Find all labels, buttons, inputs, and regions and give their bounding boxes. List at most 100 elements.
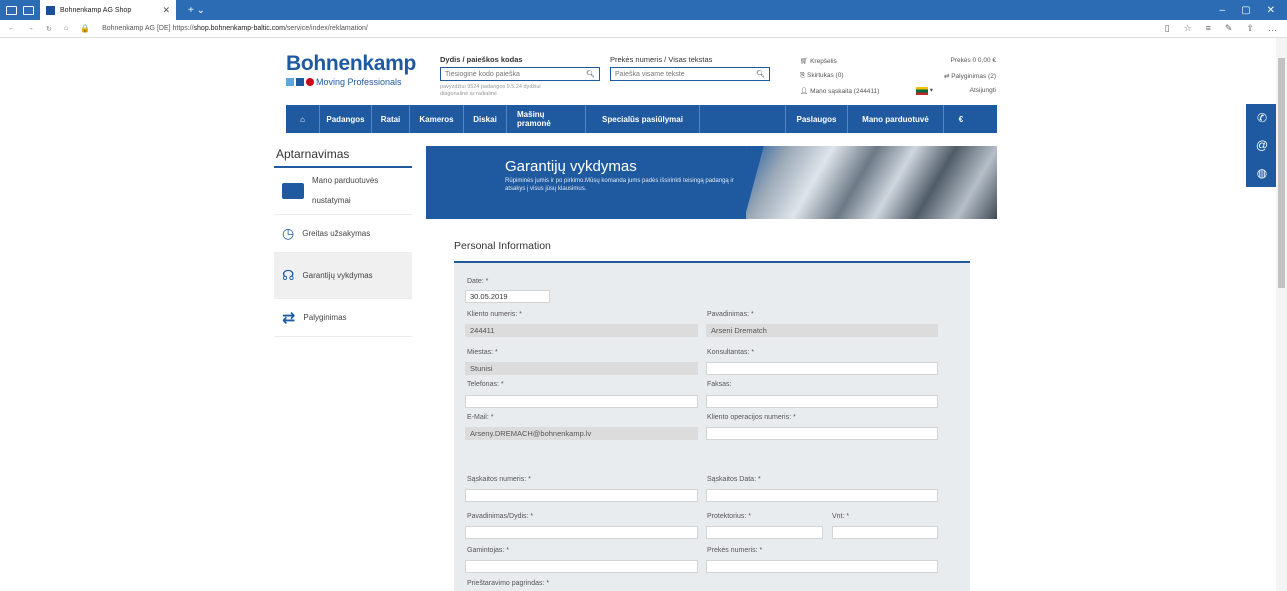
city-field: Stunisi <box>465 362 698 375</box>
nav-item[interactable]: Kameros <box>410 105 464 133</box>
logout-link[interactable]: Atsijungti <box>970 87 996 94</box>
scrollbar-thumb[interactable] <box>1278 58 1285 288</box>
browser-tab[interactable]: Bohnenkamp AG Shop ✕ <box>40 0 176 20</box>
logo-square-icon <box>296 78 304 86</box>
site-identity: Bohnenkamp AG [DE] <box>102 25 171 32</box>
size-search: Dydis / paieškos kodas Tiesioginė kodo p… <box>440 55 600 98</box>
tread-field[interactable] <box>706 526 823 539</box>
nav-item[interactable]: Padangos <box>320 105 372 133</box>
size-search-input[interactable]: Tiesioginė kodo paieška 🔍︎ <box>440 67 600 81</box>
more-icon[interactable]: … <box>1268 23 1277 34</box>
size-field[interactable] <box>465 526 698 539</box>
date-field[interactable]: 30.05.2019 <box>465 290 550 303</box>
url-prefix: https:// <box>172 25 194 32</box>
new-tab-icon[interactable]: + ⌄ <box>188 5 205 16</box>
page-scrollbar[interactable] <box>1276 38 1287 591</box>
language-selector[interactable]: ▾ <box>915 86 933 95</box>
sidebar-item-label: Garantijų vykdymas <box>302 271 373 280</box>
home-icon[interactable]: ⌂ <box>64 25 68 32</box>
favorites-icon[interactable]: ≡ <box>1206 23 1211 34</box>
text-search: Prekės numeris / Visas tekstas Paieška v… <box>610 55 770 81</box>
favicon-icon <box>46 5 55 15</box>
nav-item[interactable]: Ratai <box>372 105 410 133</box>
share-icon[interactable]: ⇪ <box>1246 23 1254 34</box>
maximize-icon[interactable]: ▢ <box>1241 5 1250 16</box>
globe-icon[interactable]: ◍ <box>1246 159 1278 187</box>
logo-tagline: Moving Professionals <box>316 77 402 87</box>
site-logo[interactable]: Bohnenkamp Moving Professionals <box>286 52 416 87</box>
tab-bar: Bohnenkamp AG Shop ✕ + ⌄ – ▢ ✕ <box>0 0 1287 20</box>
lithuania-flag-icon <box>915 86 928 95</box>
back-icon[interactable]: ← <box>8 25 15 32</box>
minimize-icon[interactable]: – <box>1220 5 1226 16</box>
favorite-star-icon[interactable]: ☆ <box>1184 23 1192 34</box>
text-search-placeholder: Paieška visame tekste <box>615 70 685 78</box>
sidebar-item-shop-settings[interactable]: Mano parduotuvės nustatymai <box>274 168 412 215</box>
user-icon: 👤︎ <box>800 87 809 95</box>
sidebar-item-quick-order[interactable]: ◷ Greitas užsakymas <box>274 215 412 253</box>
compare-arrows-icon: ⇄ <box>282 309 296 327</box>
invoice-date-field[interactable] <box>706 489 938 502</box>
consultant-field[interactable] <box>706 362 938 375</box>
browser-chrome: Bohnenkamp AG Shop ✕ + ⌄ – ▢ ✕ ← → ↻ ⌂ 🔒… <box>0 0 1287 38</box>
phone-icon[interactable]: ✆ <box>1246 104 1278 132</box>
clock-icon: ◷ <box>282 225 295 241</box>
nav-item[interactable]: Mašinų pramonė <box>507 105 586 133</box>
text-search-input[interactable]: Paieška visame tekste 🔍︎ <box>610 67 770 81</box>
tab-actions-icon[interactable] <box>6 5 17 15</box>
manufacturer-field[interactable] <box>465 560 698 573</box>
item-number-field[interactable] <box>706 560 938 573</box>
pen-icon[interactable]: ✎ <box>1225 23 1233 34</box>
refresh-icon[interactable]: ↻ <box>46 25 52 33</box>
account-label: Mano sąskaita (244411) <box>810 87 880 95</box>
search-icon[interactable]: 🔍︎ <box>756 70 765 78</box>
notes-icon: ⎘ <box>800 71 806 79</box>
compare-link[interactable]: ⇄ Palyginimas (2) <box>944 72 996 80</box>
forward-icon[interactable]: → <box>27 25 34 32</box>
name-field: Arseni Drematch <box>706 324 938 337</box>
sidebar-item-warranty[interactable]: ☊ Garantijų vykdymas <box>274 253 412 299</box>
tire-image <box>746 146 997 219</box>
consultant-label: Konsultantas: * <box>707 349 755 356</box>
close-tab-icon[interactable]: ✕ <box>162 5 170 16</box>
at-icon[interactable]: @ <box>1246 131 1278 159</box>
operation-number-field[interactable] <box>706 427 938 440</box>
nav-spacer <box>700 105 786 133</box>
sidebar-item-label: Mano parduotuvės nustatymai <box>312 176 379 205</box>
quantity-field[interactable] <box>832 526 938 539</box>
date-label: Date: * <box>467 278 489 285</box>
cart-summary[interactable]: Prekės 0 0,00 € <box>950 57 996 64</box>
email-field: Arseny.DREMACH@bohnenkamp.lv <box>465 427 698 440</box>
size-label: Pavadinimas/Dydis: * <box>467 513 534 520</box>
reading-view-icon[interactable]: ▯ <box>1165 23 1170 34</box>
nav-item[interactable]: Paslaugos <box>786 105 848 133</box>
window-controls: – ▢ ✕ <box>1220 5 1287 16</box>
url-field[interactable]: Bohnenkamp AG [DE] https://shop.bohnenka… <box>102 25 368 32</box>
tab-back-icon[interactable] <box>23 5 34 15</box>
headset-icon: ☊ <box>282 267 295 283</box>
nav-item[interactable]: Specialūs pasiūlymai <box>586 105 700 133</box>
nav-currency[interactable]: € <box>944 105 978 133</box>
search-icon[interactable]: 🔍︎ <box>586 70 595 78</box>
close-window-icon[interactable]: ✕ <box>1267 5 1275 16</box>
browser-tools: ▯ ☆ ≡ ✎ ⇪ … <box>1165 23 1287 34</box>
sidebar-item-compare[interactable]: ⇄ Palyginimas <box>274 299 412 337</box>
phone-field[interactable] <box>465 395 698 408</box>
sidebar-item-label: Palyginimas <box>303 313 347 322</box>
text-search-label: Prekės numeris / Visas tekstas <box>610 55 713 64</box>
cart-icon: 🛒︎ <box>800 57 809 65</box>
cart-label: Krepšelis <box>810 57 837 65</box>
logo-square-icon <box>286 78 294 86</box>
quantity-label: Vnt: * <box>832 513 850 520</box>
notes-link[interactable]: ⎘ Skirtukas (0) <box>800 72 844 80</box>
nav-item[interactable]: Diskai <box>464 105 507 133</box>
manufacturer-label: Gamintojas: * <box>467 547 510 554</box>
email-label: E-Mail: * <box>467 414 494 421</box>
size-search-placeholder: Tiesioginė kodo paieška <box>445 70 520 78</box>
cart-link[interactable]: 🛒︎ Krepšelis <box>800 57 837 65</box>
nav-home-icon[interactable]: ⌂ <box>286 105 320 133</box>
account-link[interactable]: 👤︎ Mano sąskaita (244411) <box>800 87 879 95</box>
fax-field[interactable] <box>706 395 938 408</box>
invoice-number-field[interactable] <box>465 489 698 502</box>
nav-item[interactable]: Mano parduotuvė <box>848 105 944 133</box>
